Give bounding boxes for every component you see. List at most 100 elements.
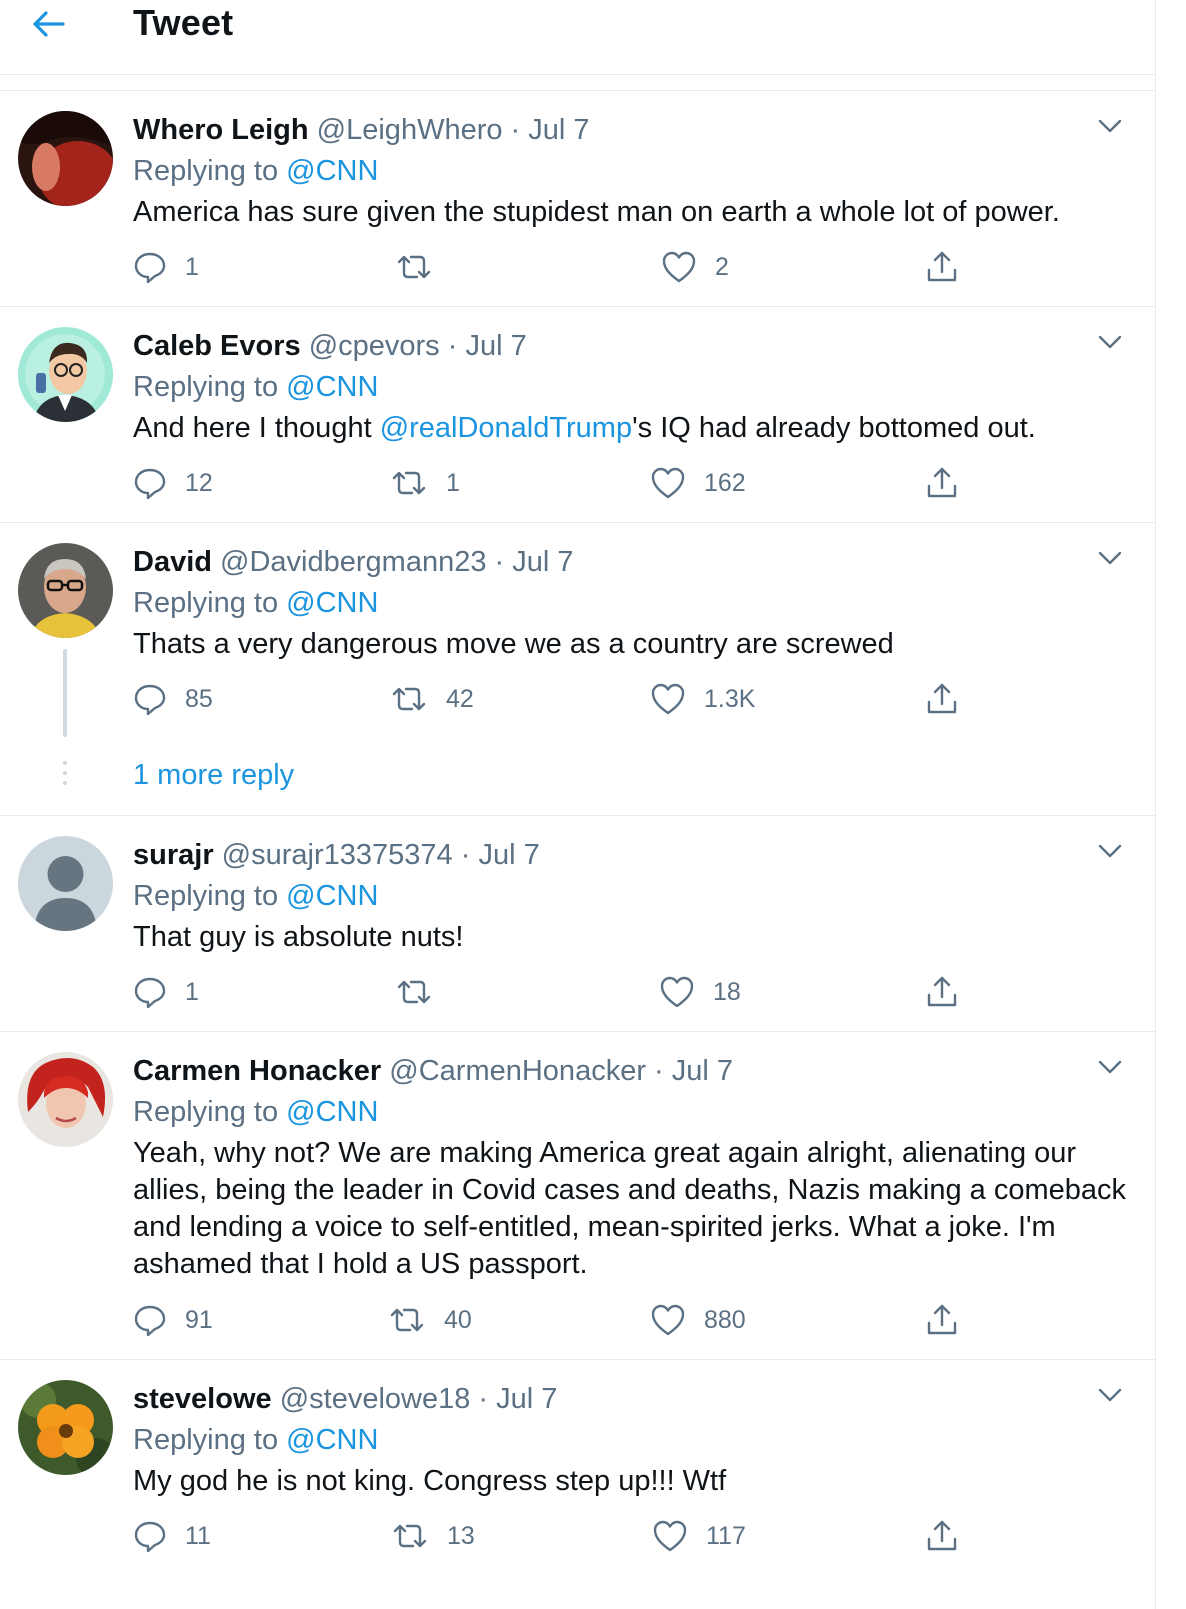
reply-button[interactable]: 1: [133, 247, 199, 287]
retweet-button[interactable]: 40: [388, 1300, 472, 1340]
retweet-icon: [397, 980, 431, 1004]
display-name[interactable]: David: [133, 546, 212, 578]
replying-to-link[interactable]: @CNN: [286, 1424, 378, 1456]
reply-button[interactable]: 85: [133, 679, 213, 719]
display-name[interactable]: Carmen Honacker: [133, 1055, 381, 1087]
replying-to-link[interactable]: @CNN: [286, 880, 378, 912]
tweet[interactable]: surajr @surajr13375374 · Jul 7 Replying …: [0, 816, 1155, 1032]
user-handle[interactable]: @LeighWhero: [317, 114, 503, 146]
separator-dot: ·: [494, 546, 505, 578]
retweet-icon: [392, 687, 426, 711]
share-button[interactable]: [924, 1516, 960, 1556]
reply-count: 1: [185, 252, 199, 281]
replying-to-link[interactable]: @CNN: [286, 155, 378, 187]
tweet-text: America has sure given the stupidest man…: [133, 196, 1060, 228]
avatar[interactable]: [18, 836, 113, 931]
share-icon: [927, 251, 957, 282]
like-button[interactable]: 162: [650, 463, 746, 503]
user-handle[interactable]: @cpevors: [309, 330, 440, 362]
avatar[interactable]: [18, 1052, 113, 1147]
tweet-actions: 85 42 1.3K: [133, 679, 963, 719]
tweet[interactable]: Whero Leigh @LeighWhero · Jul 7 Replying…: [0, 91, 1155, 307]
retweet-button[interactable]: [395, 247, 451, 287]
replying-to: Replying to @CNN: [133, 585, 378, 621]
retweet-icon: [390, 1308, 424, 1332]
like-count: 162: [704, 468, 746, 497]
user-handle[interactable]: @stevelowe18: [280, 1383, 471, 1415]
mention-link[interactable]: @realDonaldTrump: [380, 412, 632, 444]
display-name[interactable]: Caleb Evors: [133, 330, 301, 362]
separator-dot: ·: [447, 330, 458, 362]
display-name[interactable]: Whero Leigh: [133, 114, 309, 146]
reply-button[interactable]: 12: [133, 463, 213, 503]
tweet[interactable]: stevelowe @stevelowe18 · Jul 7 Replying …: [0, 1360, 1155, 1609]
tweet[interactable]: David @Davidbergmann23 · Jul 7 Replying …: [0, 523, 1155, 816]
retweet-button[interactable]: [395, 972, 451, 1012]
tweet-date[interactable]: Jul 7: [465, 330, 526, 362]
comment-icon: [134, 684, 166, 716]
like-button[interactable]: 880: [650, 1300, 746, 1340]
display-name[interactable]: surajr: [133, 839, 214, 871]
chevron-down-icon: [1098, 844, 1122, 858]
like-count: 1.3K: [704, 684, 756, 713]
like-button[interactable]: 117: [652, 1516, 746, 1556]
more-options-button[interactable]: [1093, 1378, 1127, 1412]
retweet-button[interactable]: 1: [390, 463, 460, 503]
back-button[interactable]: [30, 6, 66, 42]
chevron-down-icon: [1098, 119, 1122, 133]
replying-to: Replying to @CNN: [133, 1422, 378, 1458]
tweet[interactable]: Caleb Evors @cpevors · Jul 7 Replying to…: [0, 307, 1155, 523]
replying-to: Replying to @CNN: [133, 1094, 378, 1130]
like-button[interactable]: 2: [661, 247, 729, 287]
more-options-button[interactable]: [1093, 109, 1127, 143]
share-button[interactable]: [924, 972, 960, 1012]
replying-to-link[interactable]: @CNN: [286, 587, 378, 619]
avatar[interactable]: [18, 327, 113, 422]
more-options-button[interactable]: [1093, 325, 1127, 359]
user-handle[interactable]: @Davidbergmann23: [220, 546, 486, 578]
tweet-text: And here I thought @realDonaldTrump's IQ…: [133, 410, 1133, 447]
share-button[interactable]: [924, 679, 960, 719]
avatar[interactable]: [18, 111, 113, 206]
like-button[interactable]: 18: [659, 972, 741, 1012]
tweet-text: That guy is absolute nuts!: [133, 921, 464, 953]
replying-to-link[interactable]: @CNN: [286, 1096, 378, 1128]
retweet-count: 40: [444, 1305, 472, 1334]
like-count: 880: [704, 1305, 746, 1334]
more-options-button[interactable]: [1093, 834, 1127, 868]
tweet-date[interactable]: Jul 7: [478, 839, 539, 871]
user-handle[interactable]: @surajr13375374: [222, 839, 453, 871]
show-more-replies-link[interactable]: 1 more reply: [133, 759, 294, 792]
display-name[interactable]: stevelowe: [133, 1383, 272, 1415]
retweet-icon: [392, 471, 426, 495]
reply-button[interactable]: 11: [133, 1516, 211, 1556]
separator-dot: ·: [510, 114, 521, 146]
like-button[interactable]: 1.3K: [650, 679, 755, 719]
avatar[interactable]: [18, 1380, 113, 1475]
more-options-button[interactable]: [1093, 541, 1127, 575]
retweet-button[interactable]: 42: [390, 679, 474, 719]
heart-icon: [653, 1520, 687, 1552]
retweet-button[interactable]: 13: [391, 1516, 475, 1556]
default-avatar-icon: [18, 836, 113, 931]
user-handle[interactable]: @CarmenHonacker: [389, 1055, 646, 1087]
page-header: Tweet: [0, 0, 1155, 75]
tweet-date[interactable]: Jul 7: [528, 114, 589, 146]
share-button[interactable]: [924, 1300, 960, 1340]
tweet-text-part: And here I thought: [133, 412, 380, 444]
reply-button[interactable]: 91: [133, 1300, 213, 1340]
tweet-date[interactable]: Jul 7: [672, 1055, 733, 1087]
reply-button[interactable]: 1: [133, 972, 199, 1012]
thread-line: [63, 649, 67, 737]
tweet-date[interactable]: Jul 7: [496, 1383, 557, 1415]
heart-icon: [662, 251, 696, 283]
share-button[interactable]: [924, 463, 960, 503]
like-count: 117: [706, 1521, 746, 1550]
heart-icon: [651, 467, 685, 499]
avatar[interactable]: [18, 543, 113, 638]
more-options-button[interactable]: [1093, 1050, 1127, 1084]
replying-to-link[interactable]: @CNN: [286, 371, 378, 403]
share-button[interactable]: [924, 247, 960, 287]
tweet[interactable]: Carmen Honacker @CarmenHonacker · Jul 7 …: [0, 1032, 1155, 1360]
tweet-date[interactable]: Jul 7: [512, 546, 573, 578]
